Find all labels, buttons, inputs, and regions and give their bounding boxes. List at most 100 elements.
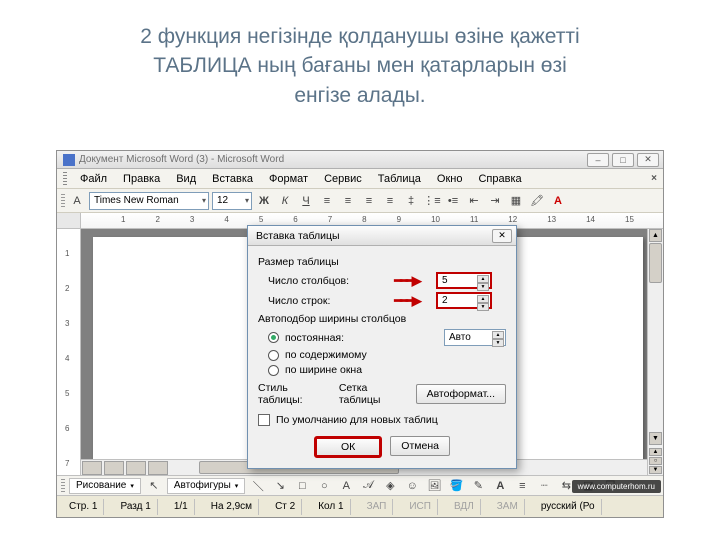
status-section: Разд 1	[114, 499, 157, 515]
font-color-icon[interactable]: A	[491, 477, 509, 495]
toolbar-grip-icon[interactable]	[61, 479, 65, 493]
select-arrow-icon[interactable]: ↖	[145, 477, 163, 495]
menu-tools[interactable]: Сервис	[317, 171, 369, 187]
align-center-button[interactable]: ≡	[339, 192, 357, 210]
bold-button[interactable]: Ж	[255, 192, 273, 210]
radio-content[interactable]	[268, 350, 279, 361]
spin-down-icon[interactable]: ▼	[492, 339, 504, 347]
underline-button[interactable]: Ч	[297, 192, 315, 210]
scroll-thumb[interactable]	[649, 243, 662, 283]
rectangle-tool-icon[interactable]: □	[293, 477, 311, 495]
spin-up-icon[interactable]: ▲	[492, 331, 504, 339]
rows-spinner[interactable]: 2 ▲▼	[436, 292, 492, 309]
status-bar: Стр. 1 Разд 1 1/1 На 2,9см Ст 2 Кол 1 ЗА…	[57, 495, 663, 517]
spin-down-icon[interactable]: ▼	[477, 303, 489, 311]
radio-fixed[interactable]	[268, 332, 279, 343]
vertical-scrollbar[interactable]: ▲ ▼ ▲ ○ ▼	[647, 229, 663, 475]
radio-window[interactable]	[268, 365, 279, 376]
oval-tool-icon[interactable]: ○	[315, 477, 333, 495]
ruler-mark: 6	[65, 424, 69, 433]
ruler-mark: 3	[65, 319, 69, 328]
borders-button[interactable]: ▦	[507, 192, 525, 210]
vertical-ruler[interactable]: 1 2 3 4 5 6 7	[57, 229, 81, 475]
line-style-icon[interactable]: ≡	[513, 477, 531, 495]
web-view-button[interactable]	[104, 461, 124, 475]
spin-up-icon[interactable]: ▲	[477, 295, 489, 303]
browse-object-button[interactable]: ○	[649, 457, 662, 465]
minimize-button[interactable]: –	[587, 153, 609, 167]
toolbar-grip-icon[interactable]	[63, 172, 67, 186]
fixed-width-spinner[interactable]: Авто ▲▼	[444, 329, 506, 346]
fill-color-icon[interactable]: 🪣	[447, 477, 465, 495]
textbox-tool-icon[interactable]: A	[337, 477, 355, 495]
scroll-up-icon[interactable]: ▲	[649, 229, 662, 242]
default-checkbox[interactable]	[258, 414, 270, 426]
line-spacing-button[interactable]: ‡	[402, 192, 420, 210]
arrow-tool-icon[interactable]: ↘	[271, 477, 289, 495]
status-trk: ИСП	[403, 499, 438, 515]
print-view-button[interactable]	[126, 461, 146, 475]
spin-up-icon[interactable]: ▲	[477, 275, 489, 283]
outline-view-button[interactable]	[148, 461, 168, 475]
menu-format[interactable]: Формат	[262, 171, 315, 187]
menu-edit[interactable]: Правка	[116, 171, 167, 187]
next-page-button[interactable]: ▼	[649, 466, 662, 474]
status-col: Кол 1	[312, 499, 350, 515]
arrow-annotation-icon: ━━━▶	[382, 273, 432, 289]
autoshapes-menu[interactable]: Автофигуры	[167, 478, 245, 494]
bullet-list-button[interactable]: •≡	[444, 192, 462, 210]
maximize-button[interactable]: □	[612, 153, 634, 167]
wordart-icon[interactable]: 𝒜	[359, 477, 377, 495]
cancel-button[interactable]: Отмена	[390, 436, 450, 456]
menu-window[interactable]: Окно	[430, 171, 470, 187]
prev-page-button[interactable]: ▲	[649, 448, 662, 456]
caption-line-1: 2 функция негізінде қолданушы өзіне қаже…	[60, 22, 660, 51]
ruler-mark: 1	[121, 215, 125, 224]
italic-button[interactable]: К	[276, 192, 294, 210]
word-window: Документ Microsoft Word (3) - Microsoft …	[56, 150, 664, 518]
menu-table[interactable]: Таблица	[371, 171, 428, 187]
titlebar: Документ Microsoft Word (3) - Microsoft …	[57, 151, 663, 169]
menu-insert[interactable]: Вставка	[205, 171, 260, 187]
decrease-indent-button[interactable]: ⇤	[465, 192, 483, 210]
justify-button[interactable]: ≡	[381, 192, 399, 210]
autoformat-button[interactable]: Автоформат...	[416, 384, 506, 404]
clipart-icon[interactable]: ☺	[403, 477, 421, 495]
align-left-button[interactable]: ≡	[318, 192, 336, 210]
font-size-select[interactable]: 12	[212, 192, 252, 210]
default-checkbox-row: По умолчанию для новых таблиц	[258, 414, 506, 426]
highlight-button[interactable]: 🖍	[528, 192, 546, 210]
close-button[interactable]: ✕	[637, 153, 659, 167]
spin-down-icon[interactable]: ▼	[477, 283, 489, 291]
drawing-menu[interactable]: Рисование	[69, 478, 141, 494]
ok-button[interactable]: ОК	[314, 436, 382, 458]
radio-fixed-label: постоянная:	[285, 332, 344, 344]
line-color-icon[interactable]: ✎	[469, 477, 487, 495]
group-autofit: Автоподбор ширины столбцов	[258, 313, 506, 325]
menu-file[interactable]: Файл	[73, 171, 114, 187]
align-right-button[interactable]: ≡	[360, 192, 378, 210]
ruler-mark: 12	[508, 215, 517, 224]
numbered-list-button[interactable]: ⋮≡	[423, 192, 441, 210]
dash-style-icon[interactable]: ┈	[535, 477, 553, 495]
scroll-down-icon[interactable]: ▼	[649, 432, 662, 445]
status-rec: ЗАП	[361, 499, 394, 515]
increase-indent-button[interactable]: ⇥	[486, 192, 504, 210]
font-select[interactable]: Times New Roman	[89, 192, 209, 210]
ruler-mark: 5	[259, 215, 263, 224]
picture-icon[interactable]: 🖼	[425, 477, 443, 495]
toolbar-grip-icon[interactable]	[61, 194, 65, 208]
columns-spinner[interactable]: 5 ▲▼	[436, 272, 492, 289]
line-tool-icon[interactable]: ＼	[249, 477, 267, 495]
caption-line-3: енгізе алады.	[60, 81, 660, 110]
diagram-icon[interactable]: ◈	[381, 477, 399, 495]
dialog-titlebar[interactable]: Вставка таблицы ✕	[248, 226, 516, 246]
dialog-close-button[interactable]: ✕	[492, 229, 512, 243]
style-dropdown-icon[interactable]: A	[68, 192, 86, 210]
font-color-button[interactable]: A	[549, 192, 567, 210]
menu-help[interactable]: Справка	[471, 171, 528, 187]
normal-view-button[interactable]	[82, 461, 102, 475]
caption-line-2: ТАБЛИЦА ның бағаны мен қатарларын өзі	[60, 51, 660, 80]
doc-close-icon[interactable]: ×	[651, 173, 657, 184]
menu-view[interactable]: Вид	[169, 171, 203, 187]
